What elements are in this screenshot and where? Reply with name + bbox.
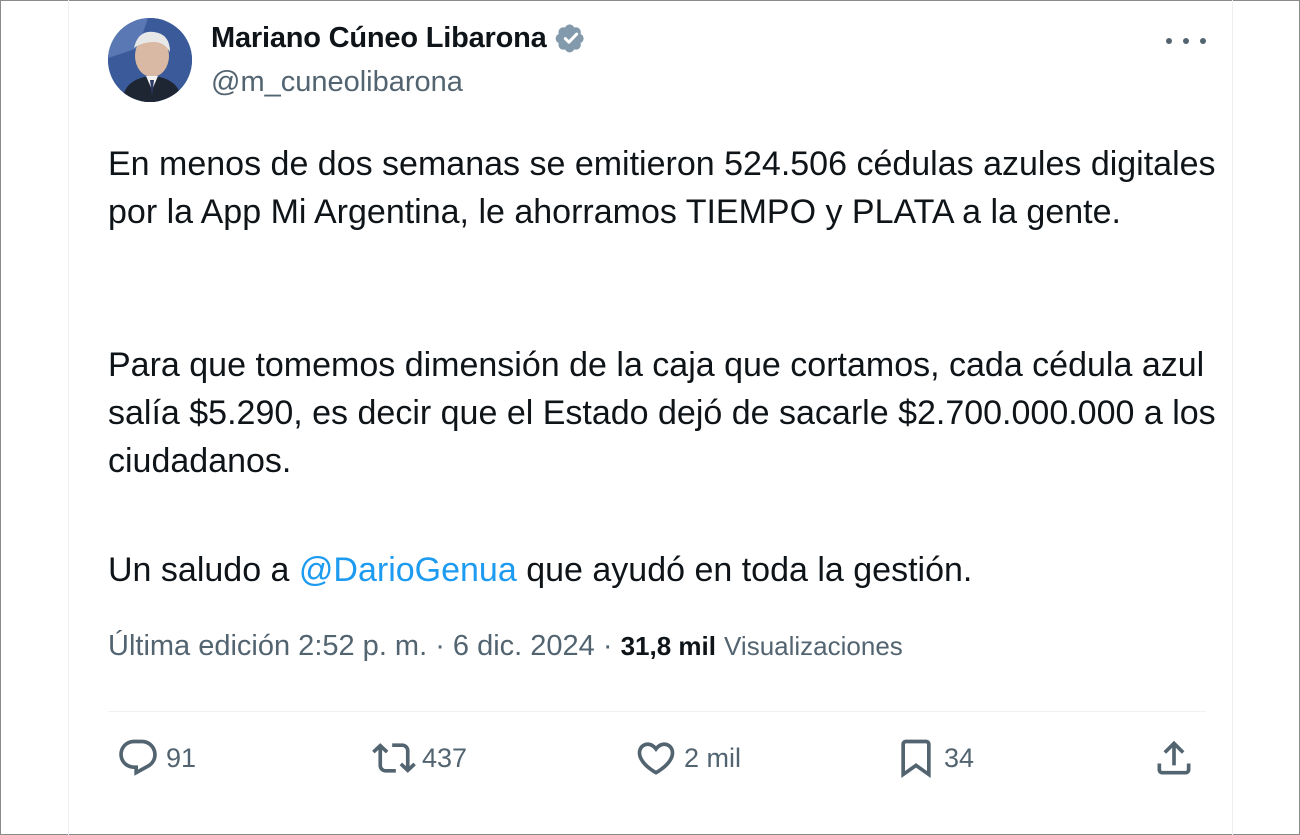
share-button[interactable] xyxy=(1152,735,1196,781)
paragraph-3-suffix: que ayudó en toda la gestión. xyxy=(516,551,973,589)
avatar-portrait-image xyxy=(108,18,192,102)
tweet-paragraph-1: En menos de dos semanas se emitieron 524… xyxy=(108,145,1216,231)
bookmark-count: 34 xyxy=(944,742,975,773)
mention-link[interactable]: @DarioGenua xyxy=(299,551,517,589)
like-count: 2 mil xyxy=(684,742,742,773)
tweet-paragraph-2: Para que tomemos dimensión de la caja qu… xyxy=(108,346,1216,480)
tweet-paragraph-3: Un saludo a @DarioGenua que ayudó en tod… xyxy=(108,546,1218,594)
author-name[interactable]: Mariano Cúneo Libarona xyxy=(211,22,547,55)
paragraph-3-prefix: Un saludo a xyxy=(108,551,299,589)
more-options-icon[interactable] xyxy=(1166,26,1206,56)
views-count: 31,8 mil xyxy=(620,631,716,661)
tweet-metadata: Última edición 2:52 p. m. · 6 dic. 2024 … xyxy=(108,630,903,663)
retweet-count: 437 xyxy=(422,742,468,773)
action-bar-divider xyxy=(108,711,1206,712)
author-name-row: Mariano Cúneo Libarona xyxy=(211,20,589,56)
reply-button[interactable]: 91 xyxy=(116,735,196,781)
edit-timestamp-link[interactable]: Última edición 2:52 p. m. · 6 dic. 2024 … xyxy=(108,630,621,662)
retweet-icon xyxy=(372,743,416,773)
author-handle[interactable]: @m_cuneolibarona xyxy=(211,66,463,99)
reply-count: 91 xyxy=(166,742,197,773)
share-icon xyxy=(1157,740,1191,775)
bookmark-button[interactable]: 34 xyxy=(894,735,974,781)
heart-icon xyxy=(637,742,675,775)
like-button[interactable]: 2 mil xyxy=(634,735,741,781)
bookmark-icon xyxy=(901,739,931,779)
views-label: Visualizaciones xyxy=(724,631,903,661)
column-divider-left xyxy=(68,0,69,835)
retweet-button[interactable]: 437 xyxy=(372,735,467,781)
column-divider-right xyxy=(1232,0,1233,835)
verified-badge-icon xyxy=(555,24,584,53)
reply-bubble-icon xyxy=(119,739,157,776)
avatar[interactable] xyxy=(108,18,192,102)
